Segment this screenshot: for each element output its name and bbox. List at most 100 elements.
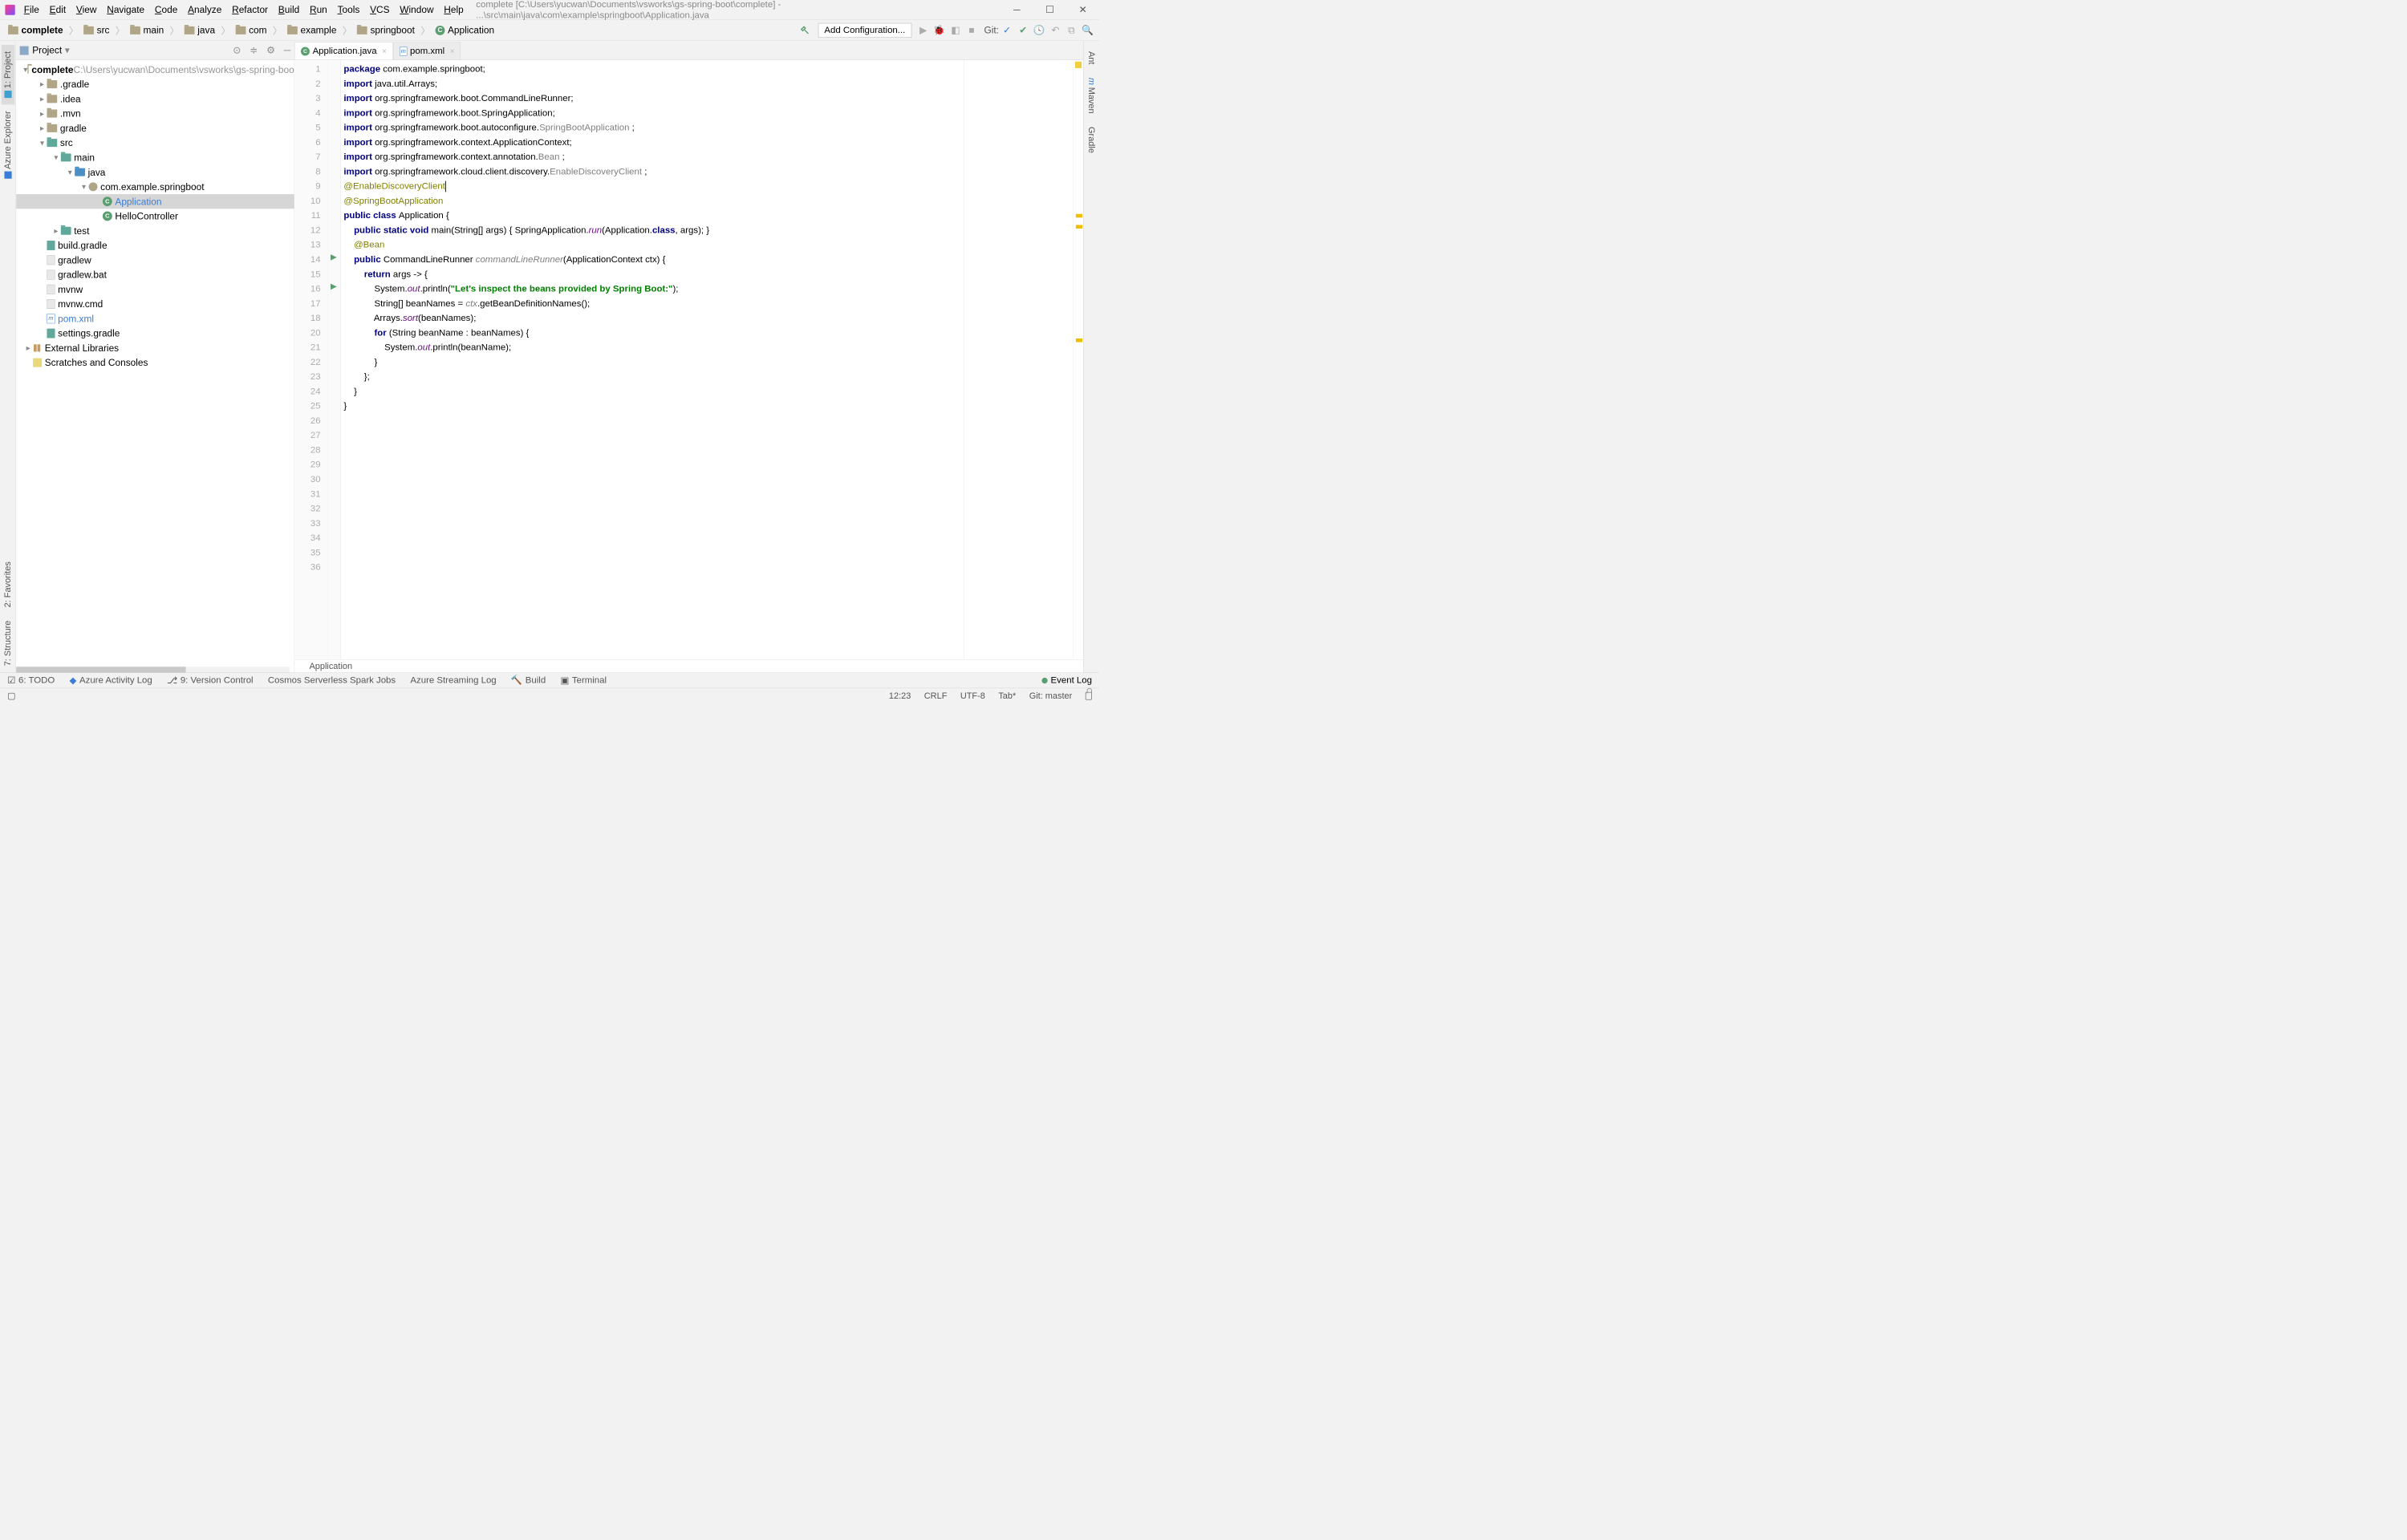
cursor-position[interactable]: 12:23 <box>889 691 911 701</box>
build-tool[interactable]: 🔨Build <box>511 675 546 686</box>
menu-run[interactable]: Run <box>305 4 333 15</box>
gutter-icons[interactable]: ▶▶ <box>328 60 341 659</box>
indent-info[interactable]: Tab* <box>998 691 1016 701</box>
tree-item-mvnw[interactable]: mvnw <box>16 282 294 297</box>
code-content[interactable]: package com.example.springboot;import ja… <box>341 60 1073 659</box>
git-branch[interactable]: Git: master <box>1029 691 1073 701</box>
file-encoding[interactable]: UTF-8 <box>960 691 985 701</box>
terminal-tool[interactable]: ▣Terminal <box>560 675 607 686</box>
menu-refactor[interactable]: Refactor <box>227 4 274 15</box>
breadcrumb-springboot[interactable]: springboot <box>353 23 420 38</box>
add-configuration-button[interactable]: Add Configuration... <box>818 23 911 38</box>
close-button[interactable]: ✕ <box>1066 0 1099 19</box>
history-icon[interactable]: 🕓 <box>1032 23 1046 38</box>
tree-item-gradle[interactable]: ▸gradle <box>16 121 294 136</box>
structure-tab[interactable]: 7: Structure <box>2 614 14 672</box>
tree-item-java[interactable]: ▾java <box>16 165 294 180</box>
readonly-lock-icon[interactable] <box>1086 691 1092 699</box>
tab-application[interactable]: CApplication.java× <box>294 43 392 60</box>
build-icon[interactable] <box>798 23 812 38</box>
settings-icon[interactable]: ⚙ <box>266 45 275 56</box>
tree-item-scratches-and-consoles[interactable]: Scratches and Consoles <box>16 355 294 370</box>
hide-icon[interactable]: ─ <box>284 45 290 56</box>
code-editor[interactable]: 1234567891011121314151617182021222324252… <box>294 60 1083 659</box>
tree-item--gradle[interactable]: ▸.gradle <box>16 77 294 91</box>
line-separator[interactable]: CRLF <box>924 691 948 701</box>
expand-all-icon[interactable]: ≑ <box>250 45 258 56</box>
menu-help[interactable]: Help <box>439 4 469 15</box>
menu-vcs[interactable]: VCS <box>365 4 395 15</box>
debug-icon[interactable]: 🐞 <box>932 23 947 38</box>
tree-item-test[interactable]: ▸test <box>16 224 294 238</box>
run-gutter-icon[interactable]: ▶ <box>331 252 337 261</box>
search-everywhere-icon[interactable]: 🔍 <box>1080 23 1094 38</box>
maven-icon: m <box>47 314 55 323</box>
menu-window[interactable]: Window <box>395 4 439 15</box>
azure-stream-tool[interactable]: Azure Streaming Log <box>410 675 496 686</box>
maximize-button[interactable]: ☐ <box>1033 0 1066 19</box>
event-log-tool[interactable]: Event Log <box>1042 675 1092 686</box>
project-tool-tab[interactable]: 1: Project <box>2 45 14 105</box>
error-stripe[interactable] <box>1073 60 1083 659</box>
revert-icon[interactable]: ↶ <box>1048 23 1062 38</box>
menu-navigate[interactable]: Navigate <box>102 4 150 15</box>
git-label: Git: <box>984 25 998 36</box>
commit-icon[interactable]: ✔ <box>1016 23 1030 38</box>
tree-item-complete[interactable]: ▾complete C:\Users\yucwan\Documents\vswo… <box>16 63 294 77</box>
menu-view[interactable]: View <box>71 4 102 15</box>
tree-item-settings-gradle[interactable]: settings.gradle <box>16 326 294 340</box>
project-tree[interactable]: ▾complete C:\Users\yucwan\Documents\vswo… <box>16 60 294 673</box>
breadcrumb-src[interactable]: src <box>79 23 114 38</box>
tab-pom[interactable]: mpom.xml× <box>393 43 461 60</box>
azure-explorer-tab[interactable]: Azure Explorer <box>2 104 14 185</box>
breadcrumb-example[interactable]: example <box>283 23 341 38</box>
menu-edit[interactable]: Edit <box>44 4 71 15</box>
tree-item-hellocontroller[interactable]: CHelloController <box>16 209 294 223</box>
breadcrumb-com[interactable]: com <box>231 23 271 38</box>
breadcrumb-main[interactable]: main <box>126 23 168 38</box>
run-icon[interactable]: ▶ <box>916 23 931 38</box>
tree-item--idea[interactable]: ▸.idea <box>16 91 294 106</box>
project-dropdown-icon[interactable]: ▾ <box>65 45 70 56</box>
minimize-button[interactable]: ─ <box>1001 0 1033 19</box>
close-tab-icon[interactable]: × <box>382 47 387 56</box>
todo-tool[interactable]: ☑6: TODO <box>7 675 55 686</box>
favorites-tab[interactable]: 2: Favorites <box>2 555 14 614</box>
editor-breadcrumb[interactable]: Application <box>294 659 1083 672</box>
bottom-tool-stripe: ☑6: TODO ◆Azure Activity Log ⎇9: Version… <box>0 673 1099 688</box>
gradle-tab[interactable]: Gradle <box>1085 120 1098 160</box>
menu-build[interactable]: Build <box>273 4 304 15</box>
breadcrumb-complete[interactable]: complete <box>4 23 68 38</box>
menu-code[interactable]: Code <box>150 4 183 15</box>
tree-item-pom-xml[interactable]: mpom.xml <box>16 311 294 326</box>
menu-tools[interactable]: Tools <box>332 4 365 15</box>
coverage-icon[interactable]: ◧ <box>948 23 963 38</box>
azure-log-tool[interactable]: ◆Azure Activity Log <box>70 675 152 686</box>
run-gutter-icon[interactable]: ▶ <box>331 282 337 291</box>
horizontal-scrollbar[interactable] <box>16 667 290 672</box>
tree-item-mvnw-cmd[interactable]: mvnw.cmd <box>16 297 294 311</box>
breadcrumb-application[interactable]: CApplication <box>431 23 499 38</box>
tree-item-build-gradle[interactable]: build.gradle <box>16 238 294 253</box>
stop-icon[interactable]: ■ <box>964 23 979 38</box>
close-tab-icon[interactable]: × <box>450 47 455 56</box>
tree-item-main[interactable]: ▾main <box>16 150 294 164</box>
status-bar: ▢ 12:23 CRLF UTF-8 Tab* Git: master <box>0 688 1099 703</box>
tree-item-gradlew-bat[interactable]: gradlew.bat <box>16 267 294 282</box>
menu-file[interactable]: File <box>18 4 44 15</box>
diff-icon[interactable]: ⧉ <box>1064 23 1078 38</box>
maven-tab[interactable]: mMaven <box>1085 71 1098 120</box>
menu-analyze[interactable]: Analyze <box>183 4 227 15</box>
update-project-icon[interactable]: ✓ <box>1000 23 1014 38</box>
tree-item-application[interactable]: CApplication <box>16 194 294 209</box>
tree-item-external-libraries[interactable]: ▸External Libraries <box>16 341 294 355</box>
breadcrumb-java[interactable]: java <box>180 23 219 38</box>
select-opened-file-icon[interactable]: ⊙ <box>233 45 241 56</box>
tree-item-gradlew[interactable]: gradlew <box>16 253 294 267</box>
cosmos-tool[interactable]: Cosmos Serverless Spark Jobs <box>268 675 396 686</box>
version-control-tool[interactable]: ⎇9: Version Control <box>167 675 254 686</box>
ant-tab[interactable]: Ant <box>1085 45 1098 71</box>
tree-item-src[interactable]: ▾src <box>16 136 294 150</box>
tree-item-com-example-springboot[interactable]: ▾com.example.springboot <box>16 180 294 194</box>
tree-item--mvn[interactable]: ▸.mvn <box>16 106 294 120</box>
